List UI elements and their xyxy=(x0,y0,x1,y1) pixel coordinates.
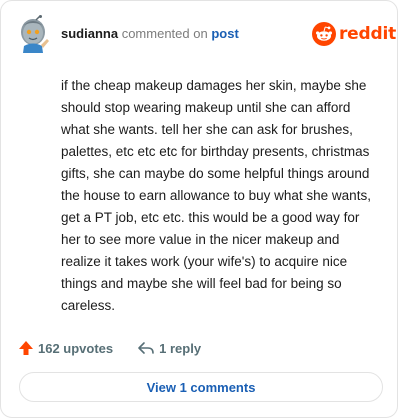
view-comments-button[interactable]: View 1 comments xyxy=(19,372,383,402)
comment-actions: 162 upvotes 1 reply xyxy=(18,338,201,358)
reply-arrow-icon xyxy=(138,342,154,354)
upvote-arrow-icon xyxy=(19,341,33,355)
reply-button[interactable]: 1 reply xyxy=(137,340,201,356)
post-link[interactable]: post xyxy=(211,26,238,41)
reply-count: 1 reply xyxy=(159,340,202,356)
upvote-count: 162 upvotes xyxy=(38,340,114,356)
comment-body: if the cheap makeup damages her skin, ma… xyxy=(61,78,371,313)
reddit-wordmark: reddit xyxy=(339,24,397,44)
username-link[interactable]: sudianna xyxy=(61,26,118,41)
reddit-snoo-icon xyxy=(312,22,336,46)
upvote-button[interactable]: 162 upvotes xyxy=(18,340,113,356)
reddit-logo[interactable]: reddit xyxy=(312,21,396,47)
user-avatar[interactable] xyxy=(16,15,50,53)
commented-on-text: commented on xyxy=(121,26,208,41)
comment-header: sudianna commented on post xyxy=(61,25,239,43)
comment-card: sudianna commented on post reddit if the… xyxy=(0,0,398,418)
